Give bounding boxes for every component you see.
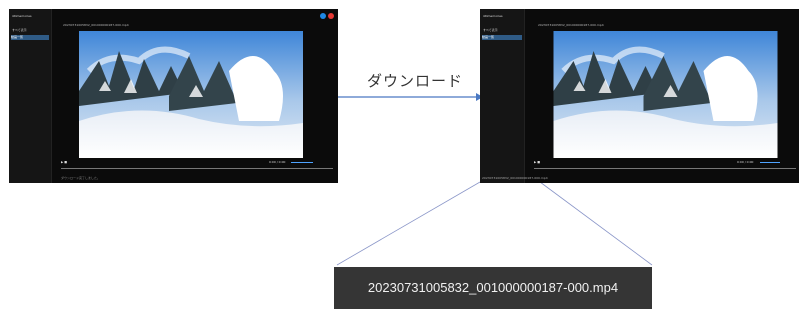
download-bar-file[interactable]: 20230731005832_001000000187-000.mp4 bbox=[482, 176, 548, 180]
app-brand: iiitimemories bbox=[483, 14, 503, 18]
volume-fill[interactable] bbox=[760, 162, 780, 163]
sidebar: iiitimemories すべて表示 動画一覧 bbox=[480, 9, 525, 183]
player-controls[interactable]: ▶ ■ 0:00 / 0:00 bbox=[532, 160, 797, 166]
download-file-zoom: 20230731005832_001000000187-000.mp4 bbox=[334, 267, 652, 309]
progress-track[interactable] bbox=[534, 168, 796, 169]
player-time: 0:00 / 0:00 bbox=[737, 160, 754, 164]
download-filename[interactable]: 20230731005832_001000000187-000.mp4 bbox=[334, 280, 652, 295]
nav-item-all[interactable]: すべて表示 bbox=[483, 28, 498, 32]
after-screenshot: iiitimemories すべて表示 動画一覧 20230731005832_… bbox=[480, 9, 799, 183]
download-arrow-label: ダウンロード bbox=[367, 72, 464, 90]
video-frame[interactable] bbox=[553, 31, 778, 158]
nav-item-selected[interactable]: 動画一覧 bbox=[482, 35, 522, 40]
play-icon[interactable]: ▶ ■ bbox=[534, 160, 540, 164]
file-path: 20230731005832_001000000187-000.mp4 bbox=[538, 23, 604, 27]
